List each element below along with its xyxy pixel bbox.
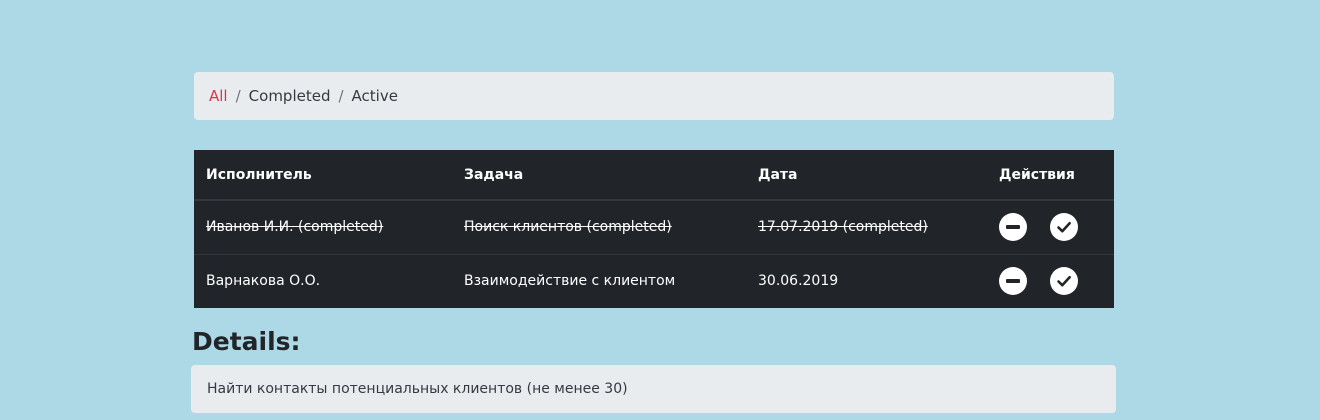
complete-task-button[interactable] (1050, 213, 1079, 242)
header-executor: Исполнитель (194, 150, 452, 201)
cell-task: Поиск клиентов (completed) (452, 199, 746, 254)
details-text: Найти контакты потенциальных клиентов (н… (207, 381, 628, 397)
check-circle-icon (1057, 222, 1072, 233)
details-heading: Details: (192, 327, 301, 356)
table-row: Иванов И.И. (completed) Поиск клиентов (… (194, 199, 1114, 254)
cell-date: 17.07.2019 (completed) (746, 199, 987, 254)
header-task: Задача (452, 150, 746, 201)
breadcrumb-all-link[interactable]: All (209, 87, 228, 105)
tasks-table: Исполнитель Задача Дата Действия Иванов … (194, 150, 1114, 308)
cell-actions (987, 253, 1114, 308)
header-actions: Действия (987, 150, 1114, 201)
cell-executor: Варнакова О.О. (194, 253, 452, 308)
remove-task-button[interactable] (999, 267, 1027, 296)
cell-date: 30.06.2019 (746, 253, 987, 308)
table-row: Варнакова О.О. Взаимодействие с клиентом… (194, 253, 1114, 308)
cell-task: Взаимодействие с клиентом (452, 253, 746, 308)
cell-executor: Иванов И.И. (completed) (194, 199, 452, 254)
breadcrumb-separator: / (338, 87, 344, 105)
remove-task-button[interactable] (999, 213, 1027, 242)
table-header-row: Исполнитель Задача Дата Действия (194, 150, 1114, 201)
cell-actions (987, 199, 1114, 254)
header-date: Дата (746, 150, 987, 201)
complete-task-button[interactable] (1050, 267, 1079, 296)
minus-circle-icon (1006, 279, 1020, 284)
breadcrumb: All / Completed / Active (194, 72, 1114, 120)
breadcrumb-active-link[interactable]: Active (352, 87, 398, 105)
check-circle-icon (1057, 276, 1072, 287)
breadcrumb-separator: / (235, 87, 241, 105)
minus-circle-icon (1006, 225, 1020, 230)
breadcrumb-completed-link[interactable]: Completed (249, 87, 331, 105)
details-panel: Найти контакты потенциальных клиентов (н… (191, 365, 1116, 413)
